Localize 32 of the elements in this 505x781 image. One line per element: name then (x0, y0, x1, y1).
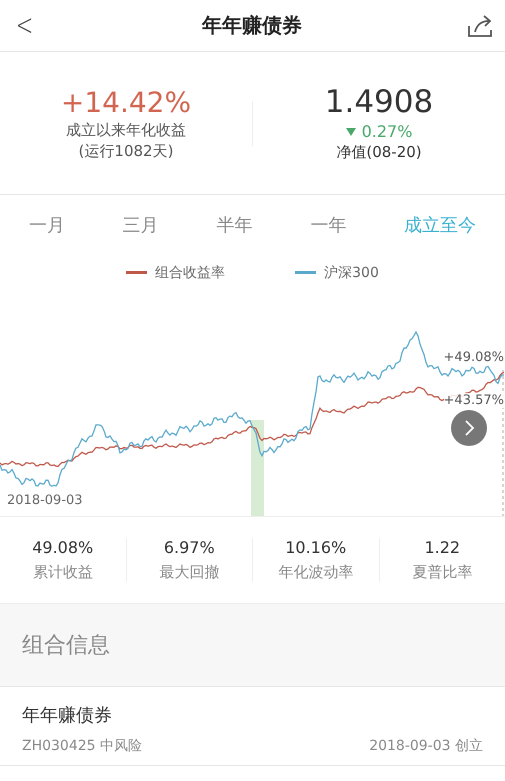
period-tab[interactable]: 半年 (216, 213, 252, 237)
created-date: 2018-09-03 创立 (369, 737, 483, 755)
portfolio-code-risk: ZH030425 中风险 (22, 737, 142, 755)
legend-label: 组合收益率 (155, 264, 226, 282)
stat-label: 年化波动率 (278, 563, 354, 582)
stat-label: 累计收益 (32, 563, 93, 582)
period-tab[interactable]: 成立至今 (404, 213, 476, 237)
stat-value: 10.16% (285, 538, 346, 557)
section-title: 组合信息 (22, 632, 110, 660)
start-date: 2018-09-03 (7, 493, 83, 508)
period-tab[interactable]: 一年 (310, 213, 346, 237)
next-arrow-button[interactable] (451, 410, 487, 446)
annual-return: +14.42% (60, 86, 192, 118)
run-days: (运行1082天) (78, 142, 174, 160)
period-tab[interactable]: 一月 (28, 213, 65, 237)
portfolio-name: 年年赚债券 (22, 704, 113, 727)
nav-value: 1.4908 (324, 84, 434, 120)
annual-return-label: 成立以来年化收益 (66, 120, 186, 140)
back-button[interactable]: < (16, 8, 34, 43)
nav-label: 净值(08-20) (336, 143, 422, 162)
stat-label: 夏普比率 (412, 563, 472, 582)
stat-value: 49.08% (32, 538, 94, 557)
period-tab[interactable]: 三月 (122, 213, 159, 237)
page-title: 年年赚债券 (202, 12, 302, 39)
down-triangle-icon (346, 128, 356, 136)
nav-change: 0.27% (362, 122, 412, 141)
stat-value: 6.97% (164, 538, 215, 557)
stat-label: 最大回撤 (159, 563, 220, 582)
end-value-label: +43.57% (444, 393, 504, 408)
stat-value: 1.22 (424, 538, 460, 557)
legend-label: 沪深300 (324, 264, 379, 282)
share-icon[interactable] (466, 14, 493, 38)
